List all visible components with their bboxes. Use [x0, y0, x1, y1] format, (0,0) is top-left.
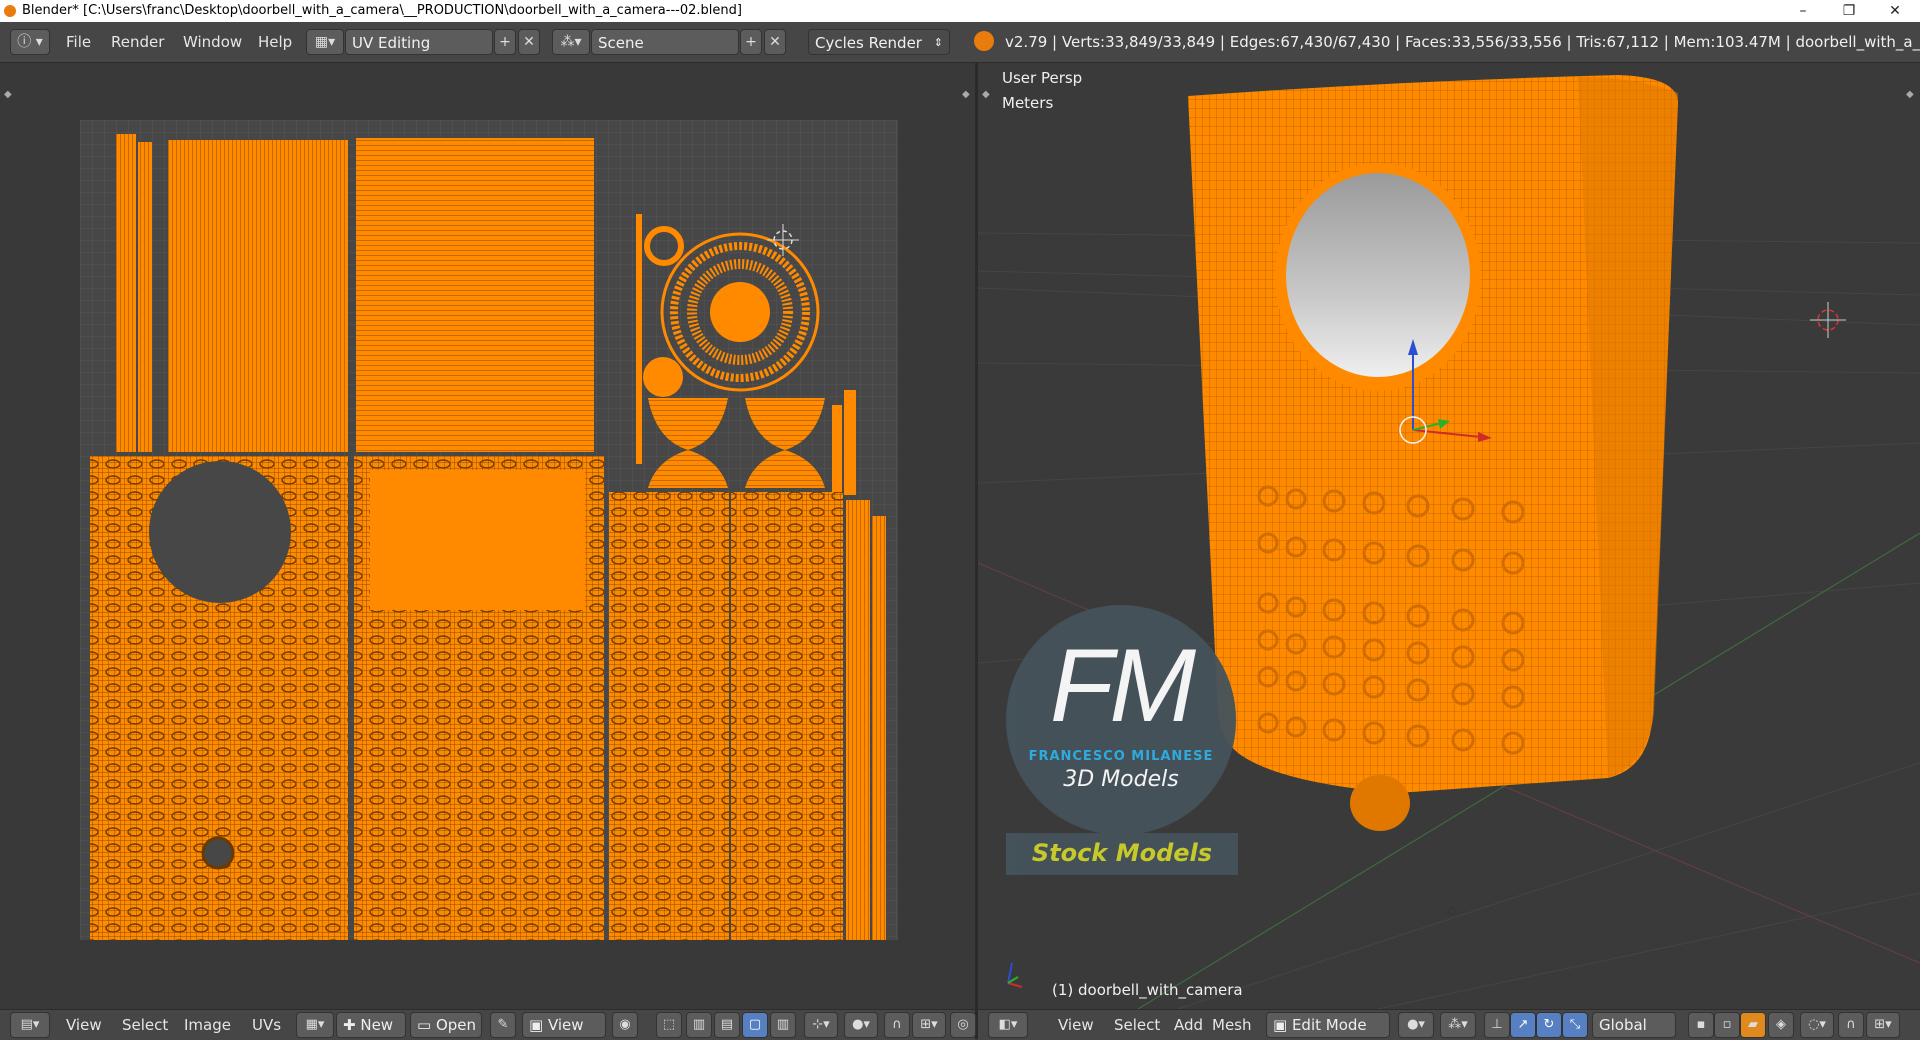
screen-layout-field[interactable]: UV Editing — [345, 29, 493, 55]
scale-manipulator-icon[interactable]: ⤡ — [1562, 1012, 1588, 1038]
units-label: Meters — [1002, 94, 1054, 112]
view-perspective-label: User Persp — [1002, 69, 1083, 87]
menu-render[interactable]: Render — [111, 31, 164, 53]
translate-manipulator-icon[interactable]: ↗ — [1510, 1012, 1536, 1038]
logo-letters: FM — [1049, 628, 1196, 744]
menu-help[interactable]: Help — [258, 31, 292, 53]
vertex-select-mode-icon[interactable]: ▪ — [1688, 1012, 1714, 1038]
remove-scene-icon[interactable]: ✕ — [764, 29, 786, 55]
remove-layout-icon[interactable]: ✕ — [518, 29, 540, 55]
active-object-label: (1) doorbell_with_camera — [1052, 981, 1243, 999]
badge-label: Stock Models — [1031, 839, 1213, 867]
uv-menu-uvs[interactable]: UVs — [252, 1014, 281, 1036]
image-browse-icon[interactable]: ▦▾ — [296, 1012, 334, 1038]
viewport-snap-target-icon[interactable]: ⊞▾ — [1866, 1012, 1900, 1038]
axis-gizmo-icon — [1007, 962, 1023, 988]
snap-icon[interactable]: ∩ — [884, 1012, 910, 1038]
limit-selection-icon[interactable]: ◈ — [1768, 1012, 1794, 1038]
screen-layout-icon[interactable]: ▦▾ — [306, 29, 344, 55]
add-scene-icon[interactable]: + — [740, 29, 762, 55]
folder-icon: ▭ — [417, 1016, 436, 1034]
uv-menu-image[interactable]: Image — [184, 1014, 231, 1036]
minimize-button[interactable]: – — [1780, 0, 1826, 22]
scene-statistics: v2.79 | Verts:33,849/33,849 | Edges:67,4… — [1005, 33, 1920, 51]
viewport-menu-select[interactable]: Select — [1114, 1014, 1160, 1036]
uv-layout-canvas[interactable] — [80, 120, 898, 940]
render-engine-label: Cycles Render — [815, 34, 922, 52]
scene-icon[interactable]: ⁂▾ — [552, 29, 590, 55]
uv-menu-view[interactable]: View — [66, 1014, 102, 1036]
interaction-mode-select[interactable]: ▣ Edit Mode — [1266, 1012, 1390, 1038]
restore-button[interactable]: ❐ — [1826, 0, 1872, 22]
falloff-icon[interactable]: ●▾ — [844, 1012, 878, 1038]
viewport-menu-mesh[interactable]: Mesh — [1212, 1014, 1252, 1036]
proportional-edit-icon[interactable]: ⊹▾ — [804, 1012, 838, 1038]
transform-orientation-select[interactable]: Global — [1592, 1012, 1676, 1038]
3d-viewport[interactable]: User Persp Meters (1) doorbell_with_came… — [978, 63, 1920, 1009]
viewport-snap-icon[interactable]: ∩ — [1838, 1012, 1864, 1038]
viewport-header: ◧▾ View Select Add Mesh ▣ Edit Mode ●▾ ⁂… — [978, 1009, 1920, 1040]
island-select-icon[interactable]: ▥ — [770, 1012, 796, 1038]
fm-watermark-logo: FM FRANCESCO MILANESE 3D Models — [1006, 605, 1236, 835]
close-button[interactable]: ✕ — [1872, 0, 1918, 22]
edit-mode-icon: ▣ — [1273, 1016, 1292, 1034]
viewport-menu-view[interactable]: View — [1058, 1014, 1094, 1036]
logo-author: FRANCESCO MILANESE — [1028, 749, 1214, 764]
uv-sync-icon[interactable]: ◎ — [950, 1012, 976, 1038]
vertex-select-icon[interactable]: ▥ — [686, 1012, 712, 1038]
logo-subtitle: 3D Models — [1063, 767, 1179, 792]
new-image-label: New — [360, 1016, 394, 1034]
expand-toolshelf-icon[interactable]: ◆ — [982, 89, 990, 100]
pin-icon[interactable]: ✎ — [490, 1012, 516, 1038]
open-image-label: Open — [435, 1016, 477, 1034]
viewport-menu-add[interactable]: Add — [1174, 1014, 1203, 1036]
window-title: Blender* [C:\Users\franc\Desktop\doorbel… — [22, 3, 742, 18]
snap-target-icon[interactable]: ⊞▾ — [912, 1012, 946, 1038]
editor-type-image-icon[interactable]: ▤▾ — [10, 1012, 50, 1038]
updown-arrows-icon: ⇕ — [933, 36, 943, 49]
viewport-shading-icon[interactable]: ●▾ — [1398, 1012, 1434, 1038]
expand-properties-icon[interactable]: ◆ — [1906, 89, 1914, 100]
pivot-point-icon[interactable]: ⁂▾ — [1440, 1012, 1476, 1038]
view-mode-label: View — [547, 1016, 584, 1034]
sticky-select-icon[interactable]: ⬚ — [656, 1012, 682, 1038]
rotate-manipulator-icon[interactable]: ↻ — [1536, 1012, 1562, 1038]
scene-field[interactable]: Scene — [591, 29, 739, 55]
view-mode-select[interactable]: ▣ View — [522, 1012, 606, 1038]
uv-image-editor[interactable]: ◆ ◆ — [0, 63, 975, 1009]
3d-cursor-icon[interactable] — [1810, 302, 1846, 338]
editor-type-3d-icon[interactable]: ◧▾ — [988, 1012, 1028, 1038]
window-titlebar: Blender* [C:\Users\franc\Desktop\doorbel… — [0, 0, 1920, 22]
uv-menu-select[interactable]: Select — [122, 1014, 168, 1036]
menu-window[interactable]: Window — [183, 31, 242, 53]
new-image-icon: ✚ — [343, 1016, 361, 1034]
add-layout-icon[interactable]: + — [494, 29, 516, 55]
blender-logo-icon — [4, 5, 16, 17]
blender-logo-icon — [974, 31, 994, 51]
edge-select-icon[interactable]: ▤ — [714, 1012, 740, 1038]
view-mode-icon: ▣ — [529, 1016, 548, 1034]
pivot-icon[interactable]: ◉ — [612, 1012, 638, 1038]
open-image-button[interactable]: ▭ Open — [410, 1012, 482, 1038]
face-select-mode-icon[interactable]: ▰ — [1740, 1012, 1766, 1038]
editor-type-info-icon[interactable]: ⓘ ▾ — [10, 29, 50, 55]
expand-toolshelf-icon[interactable]: ◆ — [4, 89, 12, 100]
mode-label: Edit Mode — [1291, 1016, 1367, 1034]
new-image-button[interactable]: ✚ New — [336, 1012, 406, 1038]
manipulator-toggle-icon[interactable]: ⊥ — [1484, 1012, 1510, 1038]
stock-models-badge: Stock Models — [1006, 833, 1238, 875]
menu-file[interactable]: File — [66, 31, 91, 53]
uv-editor-header: ▤▾ View Select Image UVs ▦▾ ✚ New ▭ Open… — [0, 1009, 976, 1040]
render-engine-select[interactable]: Cycles Render ⇕ — [808, 29, 950, 55]
info-header: ⓘ ▾ File Render Window Help ▦▾ UV Editin… — [0, 22, 1920, 63]
edge-select-mode-icon[interactable]: ▫ — [1714, 1012, 1740, 1038]
face-select-icon[interactable]: ▢ — [742, 1012, 768, 1038]
expand-properties-icon[interactable]: ◆ — [962, 89, 970, 100]
proportional-editing-icon[interactable]: ◌▾ — [1800, 1012, 1834, 1038]
